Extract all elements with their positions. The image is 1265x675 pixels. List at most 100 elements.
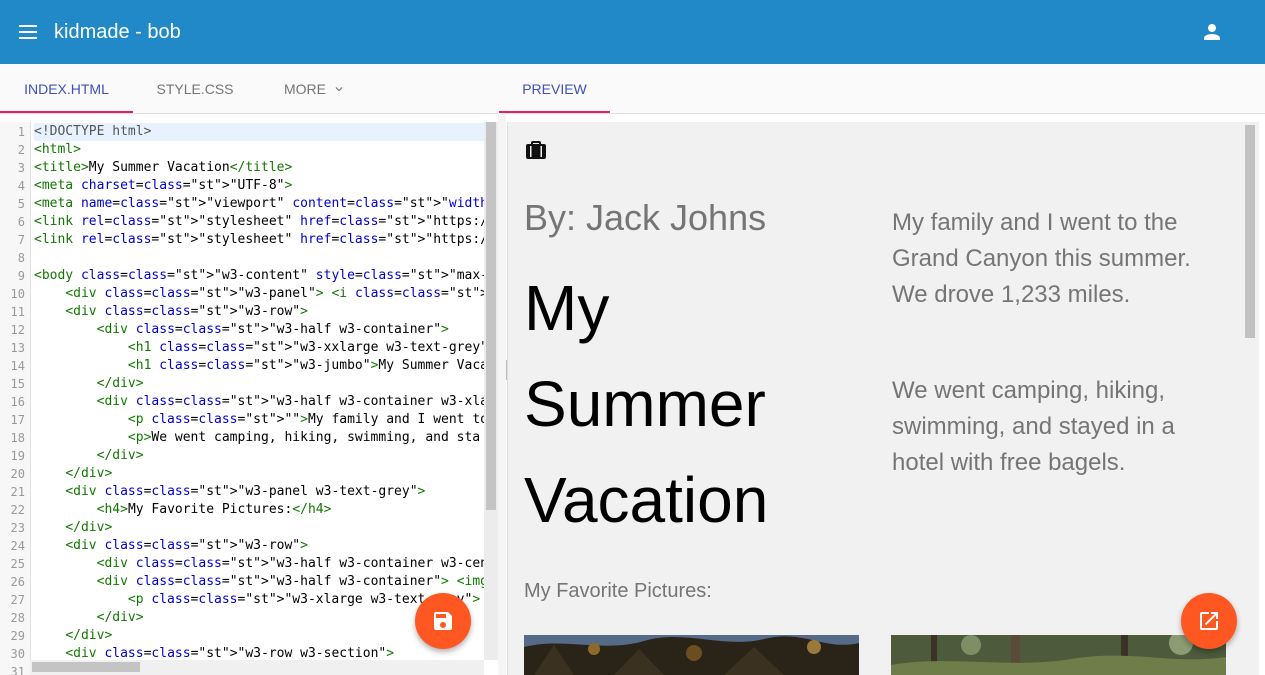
code-line[interactable]: 5 <meta name=class="st">"viewport" conten… bbox=[0, 195, 484, 213]
code-text: <div class=class="st">"w3-row"> bbox=[65, 538, 308, 553]
code-text: <div class=class="st">"w3-row"> bbox=[65, 304, 308, 319]
code-line[interactable]: 15 </div> bbox=[0, 375, 484, 393]
code-text: </div> bbox=[65, 466, 113, 481]
scrollbar-thumb[interactable] bbox=[486, 122, 496, 510]
code-text: <title>My Summer Vacation</title> bbox=[34, 160, 293, 175]
code-line[interactable]: 24 <div class=class="st">"w3-row"> bbox=[0, 537, 484, 555]
line-number: 14 bbox=[10, 359, 25, 373]
line-number: 11 bbox=[10, 305, 25, 319]
code-line[interactable]: 14 <h1 class=class="st">"w3-jumbo">My Su… bbox=[0, 357, 484, 375]
line-number: 8 bbox=[17, 251, 25, 265]
line-number: 15 bbox=[10, 377, 25, 391]
code-text: <div class=class="st">"w3-half w3-contai… bbox=[96, 556, 484, 571]
tab-label: PREVIEW bbox=[522, 81, 587, 97]
line-number: 22 bbox=[10, 503, 25, 517]
tab-label: STYLE.CSS bbox=[156, 81, 234, 97]
preview-scrollbar[interactable] bbox=[1242, 122, 1258, 675]
code-line[interactable]: 26 <div class=class="st">"w3-half w3-con… bbox=[0, 573, 484, 591]
code-line[interactable]: 1 <!DOCTYPE html> bbox=[0, 123, 484, 141]
line-number: 27 bbox=[10, 593, 25, 607]
line-number: 24 bbox=[10, 539, 25, 553]
code-text: <!DOCTYPE html> bbox=[34, 123, 484, 141]
code-editor[interactable]: 1 <!DOCTYPE html> 2 <html> 3 <title>My Summer… bbox=[0, 122, 484, 675]
scrollbar-thumb[interactable] bbox=[32, 662, 140, 672]
editor-horizontal-scrollbar[interactable] bbox=[30, 660, 484, 675]
line-number: 12 bbox=[10, 323, 25, 337]
photo-1 bbox=[524, 635, 859, 675]
scrollbar-thumb[interactable] bbox=[1245, 125, 1255, 338]
code-line[interactable]: 10 <div class=class="st">"w3-panel"> <i … bbox=[0, 285, 484, 303]
line-number: 23 bbox=[10, 521, 25, 535]
paragraph-activities: We went camping, hiking, swimming, and s… bbox=[892, 377, 1175, 476]
code-line[interactable]: 12 <div class=class="st">"w3-half w3-con… bbox=[0, 321, 484, 339]
code-line[interactable]: 27 <p class=class="st">"w3-xlarge w3-tex… bbox=[0, 591, 484, 609]
line-number: 7 bbox=[17, 233, 25, 247]
line-number: 13 bbox=[10, 341, 25, 355]
code-line[interactable]: 2 <html> bbox=[0, 141, 484, 159]
tab-label: INDEX.HTML bbox=[24, 81, 109, 97]
code-text: <p class=class="st">"w3-xlarge w3-text-g… bbox=[127, 592, 481, 607]
code-text: <p class=class="st">"">My family and I w… bbox=[127, 412, 484, 427]
app-bar: kidmade - bob bbox=[0, 0, 1265, 64]
code-line[interactable]: 16 <div class=class="st">"w3-half w3-con… bbox=[0, 393, 484, 411]
code-line[interactable]: 19 </div> bbox=[0, 447, 484, 465]
code-line[interactable]: 3 <title>My Summer Vacation</title> bbox=[0, 159, 484, 177]
photo-2 bbox=[891, 631, 1226, 675]
code-line[interactable]: 29 </div> bbox=[0, 627, 484, 645]
line-number: 5 bbox=[17, 197, 25, 211]
code-line[interactable]: 21 <div class=class="st">"w3-panel w3-te… bbox=[0, 483, 484, 501]
save-button[interactable] bbox=[415, 593, 471, 649]
pane-splitter[interactable] bbox=[498, 113, 506, 675]
code-text: <div class=class="st">"w3-half w3-contai… bbox=[96, 394, 484, 409]
code-line[interactable]: 28 </div> bbox=[0, 609, 484, 627]
code-line[interactable]: 18 <p>We went camping, hiking, swimming,… bbox=[0, 429, 484, 447]
code-text: <h1 class=class="st">"w3-jumbo">My Summe… bbox=[127, 358, 484, 373]
line-number: 4 bbox=[17, 179, 25, 193]
code-line[interactable]: 25 <div class=class="st">"w3-half w3-con… bbox=[0, 555, 484, 573]
code-line[interactable]: 6 <link rel=class="st">"stylesheet" href=… bbox=[0, 213, 484, 231]
code-text: <div class=class="st">"w3-panel w3-text-… bbox=[65, 484, 426, 499]
code-text: <div class=class="st">"w3-panel"> <i cla… bbox=[65, 286, 484, 301]
code-text: </div> bbox=[65, 520, 113, 535]
code-line[interactable]: 13 <h1 class=class="st">"w3-xxlarge w3-t… bbox=[0, 339, 484, 357]
code-line[interactable]: 17 <p class=class="st">"">My family and … bbox=[0, 411, 484, 429]
app-title: kidmade - bob bbox=[54, 21, 181, 43]
paragraph-trip: My family and I went to the Grand Canyon… bbox=[892, 209, 1191, 308]
suitcase-icon bbox=[524, 138, 548, 162]
code-text: <link rel=class="st">"stylesheet" href=c… bbox=[34, 214, 484, 229]
line-number: 1 bbox=[17, 125, 25, 139]
tab-index-html[interactable]: INDEX.HTML bbox=[0, 64, 133, 113]
line-number: 30 bbox=[10, 647, 25, 661]
line-number: 9 bbox=[17, 269, 25, 283]
favorites-heading: My Favorite Pictures: bbox=[524, 580, 712, 602]
line-number: 31 bbox=[10, 665, 25, 675]
person-icon[interactable] bbox=[1200, 20, 1224, 44]
code-line[interactable]: 4 <meta charset=class="st">"UTF-8"> bbox=[0, 177, 484, 195]
code-line[interactable]: 22 <h4>My Favorite Pictures:</h4> bbox=[0, 501, 484, 519]
line-number: 29 bbox=[10, 629, 25, 643]
tab-style-css[interactable]: STYLE.CSS bbox=[133, 64, 257, 113]
editor-vertical-scrollbar[interactable] bbox=[484, 122, 498, 660]
tab-preview[interactable]: PREVIEW bbox=[499, 64, 610, 113]
tab-bar: INDEX.HTML STYLE.CSS MORE PREVIEW bbox=[0, 64, 1265, 114]
code-line[interactable]: 23 </div> bbox=[0, 519, 484, 537]
code-line[interactable]: 7 <link rel=class="st">"stylesheet" href=… bbox=[0, 231, 484, 249]
code-text: <body class=class="st">"w3-content" styl… bbox=[34, 268, 484, 283]
code-text: <h1 class=class="st">"w3-xxlarge w3-text… bbox=[127, 340, 484, 355]
save-icon bbox=[434, 612, 452, 630]
tab-more[interactable]: MORE bbox=[257, 64, 373, 113]
code-line[interactable]: 11 <div class=class="st">"w3-row"> bbox=[0, 303, 484, 321]
line-number: 26 bbox=[10, 575, 25, 589]
code-line[interactable]: 9 <body class=class="st">"w3-content" sty… bbox=[0, 267, 484, 285]
code-line[interactable]: 20 </div> bbox=[0, 465, 484, 483]
menu-icon[interactable] bbox=[16, 20, 40, 44]
code-line[interactable]: 8 bbox=[0, 249, 484, 267]
chevron-down-icon bbox=[335, 86, 343, 91]
jumbo-title: My Summer Vacation bbox=[524, 272, 769, 536]
line-number: 2 bbox=[17, 143, 25, 157]
code-text: <meta name=class="st">"viewport" content… bbox=[34, 196, 484, 211]
code-text: <link rel=class="st">"stylesheet" href=c… bbox=[34, 232, 484, 247]
byline: By: Jack Johns bbox=[524, 197, 767, 238]
open-in-new-button[interactable] bbox=[1181, 593, 1237, 649]
